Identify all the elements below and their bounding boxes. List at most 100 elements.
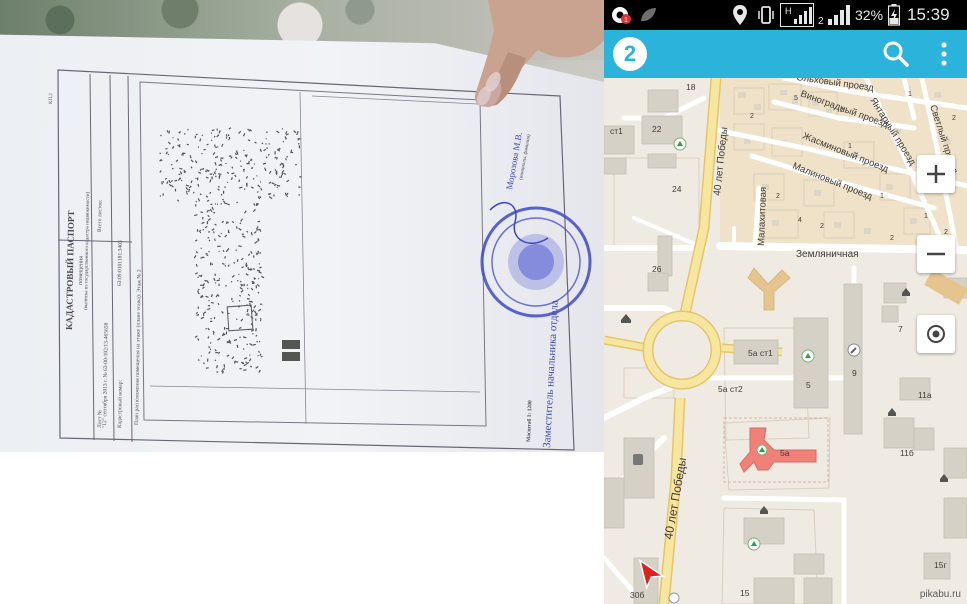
plan-mark — [200, 284, 204, 286]
plan-mark — [238, 186, 243, 189]
plan-mark — [207, 218, 212, 221]
hand — [474, 0, 604, 108]
plan-mark — [238, 273, 240, 276]
plan-mark — [286, 195, 289, 198]
plan-mark — [181, 154, 184, 156]
plan-mark — [230, 177, 233, 181]
plan-mark — [226, 203, 230, 206]
plan-mark — [179, 167, 183, 170]
plan-mark — [206, 221, 209, 225]
plan-mark — [206, 358, 209, 362]
zoom-out-button[interactable] — [917, 235, 955, 273]
plan-mark — [212, 151, 216, 156]
plan-divider — [299, 91, 307, 425]
plan-mark — [209, 320, 213, 323]
more-vert-icon[interactable] — [934, 38, 954, 70]
plan-mark — [233, 339, 238, 342]
plan-mark — [193, 255, 197, 259]
plan-mark — [214, 161, 217, 166]
plan-mark — [235, 226, 238, 229]
app-toolbar: 2 — [604, 30, 967, 78]
plan-mark — [261, 275, 265, 279]
search-icon[interactable] — [880, 38, 912, 70]
plan-mark — [205, 367, 209, 369]
date-line: "12" сентября 2013 г. № 63-00-102/13-465… — [101, 322, 110, 428]
plan-mark — [166, 130, 169, 133]
plan-mark — [206, 143, 209, 146]
my-location-button[interactable] — [917, 315, 955, 353]
plan-mark — [241, 266, 245, 269]
plan-mark — [185, 187, 189, 191]
plan-mark — [171, 167, 174, 170]
plan-mark — [214, 349, 217, 352]
plan-mark — [246, 230, 249, 233]
wrench-icon — [847, 343, 861, 357]
plan-mark — [214, 203, 217, 205]
plan-mark — [208, 239, 211, 242]
plan-mark — [166, 181, 169, 184]
house-number: 7 — [898, 324, 903, 334]
plan-room-outline — [226, 304, 254, 332]
plan-mark — [201, 168, 205, 170]
plan-mark — [214, 175, 217, 178]
plan-mark — [259, 251, 262, 255]
target-icon — [927, 325, 945, 343]
poi-building-icon — [747, 537, 761, 551]
plan-mark — [196, 177, 199, 181]
plan-mark — [185, 190, 188, 193]
plan-mark — [256, 340, 259, 343]
plan-mark — [205, 295, 209, 298]
plan-mark — [253, 255, 255, 258]
plan-mark — [195, 177, 197, 180]
notification-app-icon: 1 — [610, 0, 632, 30]
house-number: 18 — [686, 82, 696, 92]
plan-mark — [195, 250, 199, 254]
plan-mark — [225, 285, 227, 287]
plan-mark — [230, 281, 233, 283]
battery-charging-icon — [888, 0, 900, 30]
plan-mark — [258, 263, 261, 265]
plan-mark — [255, 334, 258, 337]
plan-mark — [285, 158, 287, 161]
plan-mark — [208, 230, 210, 233]
plan-mark — [159, 152, 162, 155]
city-map[interactable]: Ольховый проезд Виноградный проезд Светл… — [604, 78, 967, 604]
plan-mark — [178, 173, 181, 176]
plan-mark — [262, 162, 267, 165]
plan-mark — [259, 319, 262, 322]
plan-mark — [209, 342, 212, 344]
plan-mark — [231, 274, 235, 278]
app-logo-icon[interactable]: 2 — [613, 37, 647, 71]
house-number: ст1 — [610, 126, 623, 136]
plan-mark — [247, 139, 251, 142]
plan-mark — [264, 167, 267, 172]
plan-mark — [207, 327, 210, 331]
house-number: 5а ст1 — [748, 348, 773, 358]
sheets-total-label: Всего листов: — [97, 199, 104, 232]
plan-mark — [268, 196, 273, 200]
plan-mark — [252, 343, 256, 346]
plan-mark — [218, 177, 221, 179]
plan-mark — [253, 163, 256, 165]
plan-mark — [260, 187, 263, 191]
plan-mark — [242, 235, 246, 238]
legend-mark — [282, 352, 300, 361]
plan-mark — [223, 326, 226, 330]
plan-mark — [211, 263, 214, 266]
plan-mark — [180, 179, 183, 182]
plan-mark — [268, 193, 272, 195]
plan-mark — [164, 177, 168, 180]
minus-icon — [927, 252, 945, 256]
plan-mark — [234, 152, 238, 156]
plan-mark — [273, 194, 275, 197]
house-number: 4 — [798, 217, 802, 224]
plan-mark — [295, 163, 297, 166]
plan-mark — [259, 353, 262, 357]
plan-mark — [175, 159, 179, 162]
plan-mark — [257, 354, 259, 357]
zoom-in-button[interactable] — [917, 155, 955, 193]
plan-mark — [205, 195, 209, 198]
plan-mark — [259, 148, 262, 153]
plan-mark — [278, 176, 281, 178]
plan-mark — [189, 155, 192, 159]
